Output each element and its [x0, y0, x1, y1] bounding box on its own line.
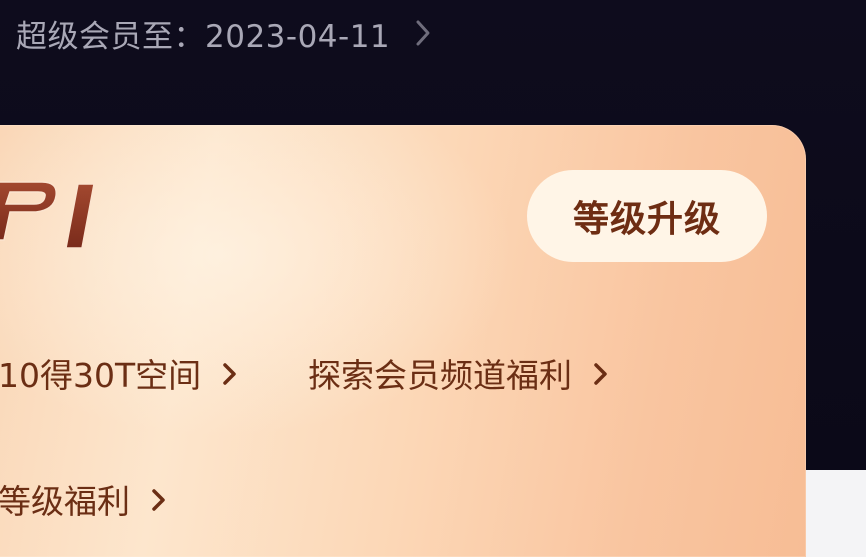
vip-expiry-link[interactable]: 超级会员至：2023-04-11: [16, 10, 436, 56]
chevron-right-icon: [590, 358, 612, 388]
member-channel-label: 探索会员频道福利: [308, 356, 572, 395]
chevron-right-icon: [219, 358, 241, 388]
vip-level-badge: [0, 162, 116, 262]
member-channel-link[interactable]: 探索会员频道福利: [308, 350, 612, 396]
chevron-right-icon: [148, 484, 170, 514]
level-benefit-label: 等级福利: [0, 482, 130, 521]
space-benefit-link[interactable]: 10得30T空间: [0, 350, 241, 396]
vip-expiry-label: 超级会员至：2023-04-11: [16, 18, 391, 55]
space-benefit-label: 10得30T空间: [0, 356, 202, 395]
level-upgrade-button[interactable]: 等级升级: [527, 170, 767, 262]
chevron-right-icon: [408, 10, 436, 56]
level-benefit-link[interactable]: 等级福利: [0, 476, 170, 522]
level-upgrade-label: 等级升级: [572, 199, 721, 240]
